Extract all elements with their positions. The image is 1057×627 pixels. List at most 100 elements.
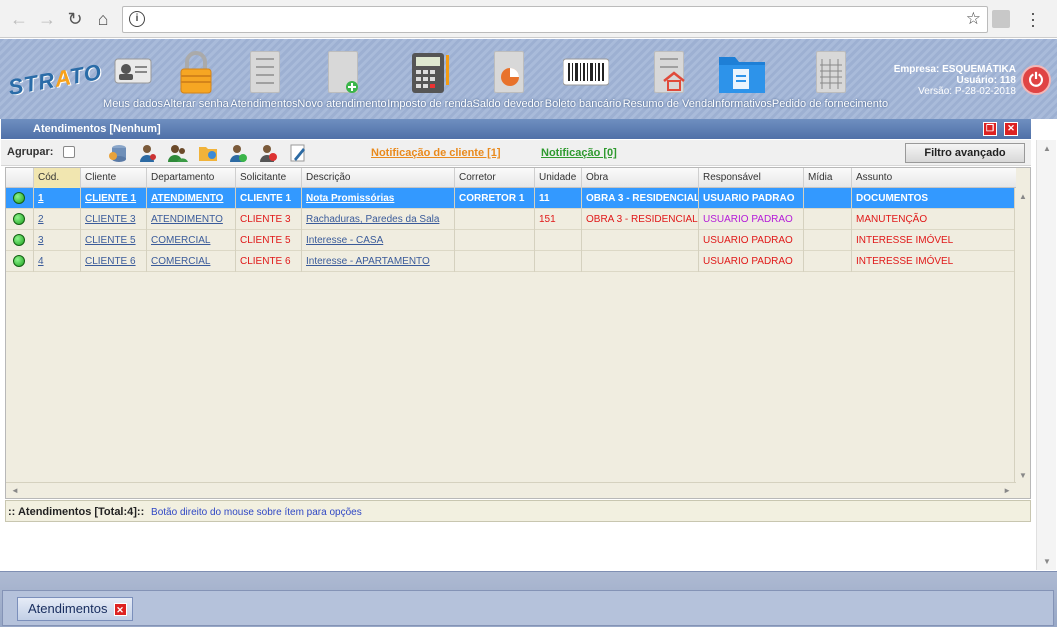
bottom-taskbar: Atendimentos ✕ <box>0 571 1057 627</box>
id-card-icon <box>113 49 153 95</box>
scroll-up-arrow-icon[interactable]: ▲ <box>1019 192 1027 201</box>
app-header: STRATO Meus dados Alterar senha Atendime… <box>0 39 1057 119</box>
cell-solicitante: CLIENTE 6 <box>235 251 301 272</box>
cell-departamento[interactable]: COMERCIAL <box>146 251 235 272</box>
spreadsheet-icon <box>810 49 850 95</box>
page-scroll-up-icon[interactable]: ▲ <box>1043 144 1051 153</box>
window-title-bar: Atendimentos [Nenhum] ❐ ✕ <box>1 119 1031 139</box>
cell-obra <box>581 230 698 251</box>
grid-header: Cód. Cliente Departamento Solicitante De… <box>6 168 1016 188</box>
cell-departamento[interactable]: COMERCIAL <box>146 230 235 251</box>
close-tab-icon[interactable]: ✕ <box>113 603 127 616</box>
header-cliente[interactable]: Cliente <box>80 168 146 188</box>
cell-solicitante: CLIENTE 1 <box>235 188 301 209</box>
toolbar-informativos[interactable]: Informativos <box>712 49 772 119</box>
taskbar-tab-atendimentos[interactable]: Atendimentos ✕ <box>17 597 133 621</box>
cell-corretor <box>454 251 534 272</box>
cell-midia <box>803 188 851 209</box>
toolbar-saldo-devedor[interactable]: Saldo devedor <box>473 49 543 119</box>
table-row[interactable]: 1 CLIENTE 1 ATENDIMENTO CLIENTE 1 Nota P… <box>6 188 1016 209</box>
cell-descricao[interactable]: Nota Promissórias <box>301 188 454 209</box>
cell-cliente[interactable]: CLIENTE 1 <box>80 188 146 209</box>
cell-departamento[interactable]: ATENDIMENTO <box>146 209 235 230</box>
address-bar[interactable]: i ☆ <box>122 6 988 33</box>
user-check-icon[interactable] <box>228 143 248 163</box>
bookmark-star-icon[interactable]: ☆ <box>966 9 981 29</box>
grid-status-bar: :: Atendimentos [Total:4]:: Botão direit… <box>5 500 1031 522</box>
pdf-extension-icon[interactable] <box>992 10 1010 28</box>
header-assunto[interactable]: Assunto <box>851 168 1016 188</box>
toolbar-atendimentos[interactable]: Atendimentos <box>230 49 298 119</box>
atendimentos-grid: Cód. Cliente Departamento Solicitante De… <box>5 167 1031 499</box>
pie-chart-document-icon <box>488 49 528 95</box>
cell-cliente[interactable]: CLIENTE 5 <box>80 230 146 251</box>
page-scrollbar[interactable]: ▲ ▼ <box>1036 140 1056 570</box>
header-responsavel[interactable]: Responsável <box>698 168 803 188</box>
kebab-menu-icon[interactable]: · · · <box>1030 4 1036 34</box>
toolbar-resumo-de-venda[interactable]: Resumo de Venda <box>623 49 713 119</box>
grid-vertical-scrollbar[interactable]: ▲ ▼ <box>1014 188 1030 484</box>
status-green-icon <box>13 255 25 267</box>
scroll-down-arrow-icon[interactable]: ▼ <box>1019 471 1027 480</box>
header-descricao[interactable]: Descrição <box>301 168 454 188</box>
table-row[interactable]: 2 CLIENTE 3 ATENDIMENTO CLIENTE 3 Rachad… <box>6 209 1016 230</box>
cell-cliente[interactable]: CLIENTE 6 <box>80 251 146 272</box>
table-row[interactable]: 3 CLIENTE 5 COMERCIAL CLIENTE 5 Interess… <box>6 230 1016 251</box>
edit-pencil-icon[interactable] <box>288 143 308 163</box>
usuario-label: Usuário: 118 <box>956 75 1016 86</box>
header-solicitante[interactable]: Solicitante <box>235 168 301 188</box>
cell-obra: OBRA 3 - RESIDENCIAL <box>581 188 698 209</box>
filtro-avancado-button[interactable]: Filtro avançado <box>905 143 1025 163</box>
cell-descricao[interactable]: Interesse - CASA <box>301 230 454 251</box>
cell-cod[interactable]: 4 <box>33 251 80 272</box>
user-group-icon[interactable] <box>168 143 188 163</box>
toolbar-pedido-de-fornecimento[interactable]: Pedido de fornecimento <box>772 49 888 119</box>
cell-departamento[interactable]: ATENDIMENTO <box>146 188 235 209</box>
notificacao-cliente-link[interactable]: Notificação de cliente [1] <box>371 147 501 159</box>
header-cod[interactable]: Cód. <box>33 168 80 188</box>
header-unidade[interactable]: Unidade <box>534 168 581 188</box>
agrupar-checkbox[interactable] <box>63 146 75 158</box>
window-title: Atendimentos [Nenhum] <box>33 123 161 135</box>
cell-midia <box>803 209 851 230</box>
scroll-left-arrow-icon[interactable]: ◄ <box>11 486 19 495</box>
cell-descricao[interactable]: Interesse - APARTAMENTO <box>301 251 454 272</box>
versao-label: Versão: P-28-02-2018 <box>918 86 1016 97</box>
grid-horizontal-scrollbar[interactable]: ◄ ► <box>6 482 1016 498</box>
cell-solicitante: CLIENTE 3 <box>235 209 301 230</box>
cell-descricao[interactable]: Rachaduras, Paredes da Sala <box>301 209 454 230</box>
toolbar-novo-atendimento[interactable]: Novo atendimento <box>297 49 387 119</box>
close-window-icon[interactable]: ✕ <box>1004 122 1018 136</box>
info-icon[interactable]: i <box>129 11 145 27</box>
user-remove-icon[interactable] <box>258 143 278 163</box>
reload-icon[interactable]: ↻ <box>64 9 86 30</box>
home-icon[interactable]: ⌂ <box>92 9 114 30</box>
notificacao-link[interactable]: Notificação [0] <box>541 147 617 159</box>
cell-cod[interactable]: 3 <box>33 230 80 251</box>
folder-user-icon[interactable] <box>198 143 218 163</box>
header-midia[interactable]: Mídia <box>803 168 851 188</box>
toolbar-meus-dados[interactable]: Meus dados <box>103 49 163 119</box>
forward-arrow-icon[interactable]: → <box>36 9 58 30</box>
scroll-right-arrow-icon[interactable]: ► <box>1003 486 1011 495</box>
header-obra[interactable]: Obra <box>581 168 698 188</box>
power-off-icon[interactable]: ⏻ <box>1021 65 1051 95</box>
cell-corretor <box>454 209 534 230</box>
toolbar-imposto-de-renda[interactable]: Imposto de renda <box>387 49 473 119</box>
header-corretor[interactable]: Corretor <box>454 168 534 188</box>
toolbar-boleto-bancario[interactable]: Boleto bancário <box>545 49 621 119</box>
company-info: Empresa: ESQUEMÁTIKA Usuário: 118 Versão… <box>894 64 1016 97</box>
cell-cod[interactable]: 1 <box>33 188 80 209</box>
back-arrow-icon[interactable]: ← <box>8 9 30 30</box>
page-scroll-down-icon[interactable]: ▼ <box>1043 557 1051 566</box>
cell-cod[interactable]: 2 <box>33 209 80 230</box>
restore-window-icon[interactable]: ❐ <box>983 122 997 136</box>
user-search-icon[interactable] <box>138 143 158 163</box>
cell-cliente[interactable]: CLIENTE 3 <box>80 209 146 230</box>
cell-responsavel: USUARIO PADRAO <box>698 251 803 272</box>
header-departamento[interactable]: Departamento <box>146 168 235 188</box>
table-row[interactable]: 4 CLIENTE 6 COMERCIAL CLIENTE 6 Interess… <box>6 251 1016 272</box>
database-user-icon[interactable] <box>108 143 128 163</box>
cell-unidade: 151 <box>534 209 581 230</box>
toolbar-alterar-senha[interactable]: Alterar senha <box>163 49 229 119</box>
